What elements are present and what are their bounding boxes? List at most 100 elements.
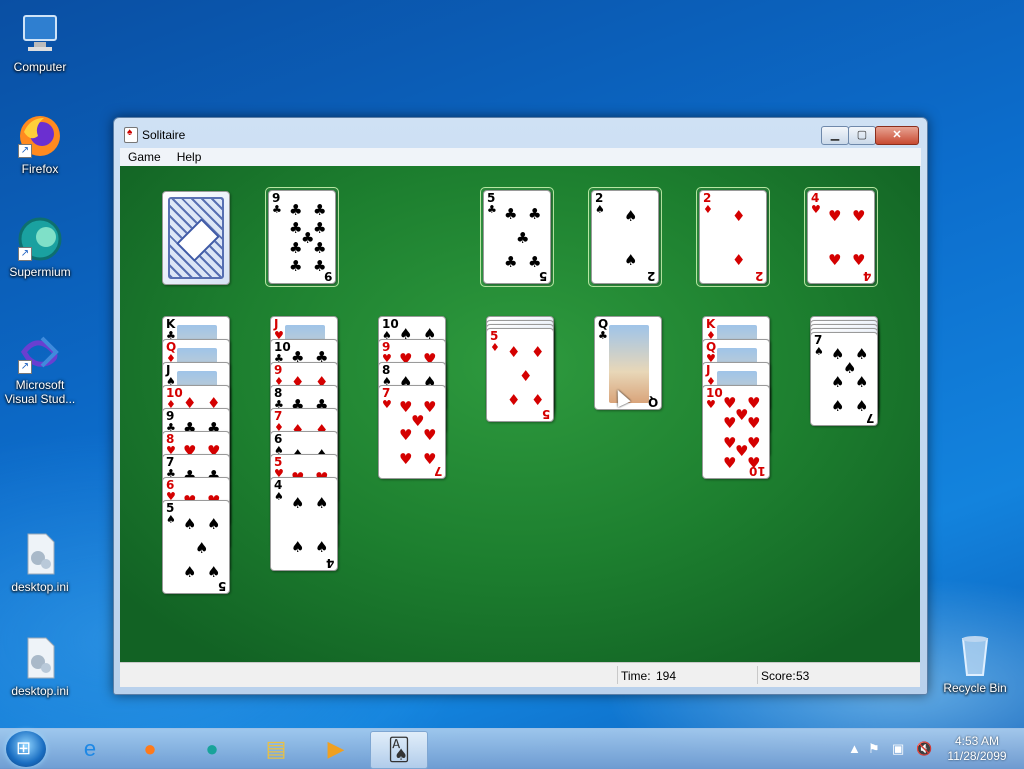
title-bar[interactable]: Solitaire ▁ ▢ ✕ [114,118,927,148]
card-rank-bottom: 7 [865,411,874,425]
card-rank-bottom: 10 [749,464,766,478]
desktop-icon-desktop-ini[interactable]: desktop.ini [2,634,78,698]
card-pip: ♦ [507,391,521,409]
desktop-icon-desktop-ini[interactable]: desktop.ini [2,530,78,594]
waste-card[interactable]: 9 ♣ ♣ ♣ ♣ ♣ ♣ ♣ ♣ ♣ ♣ 9 [268,190,336,284]
card-pip: ♣ [504,253,518,271]
status-separator [617,666,618,684]
card-rank-bottom: 4 [862,269,871,283]
desktop-icon-computer[interactable]: Computer [2,10,78,74]
media-player-icon: ▶ [327,736,345,761]
foundation-card[interactable]: 2 ♦ ♦ ♦ 2 [699,190,767,284]
card-pip: ♣ [516,229,530,247]
card-pip: ♦ [519,367,533,385]
card-pip: ♥ [828,207,842,225]
tableau-card[interactable]: 7 ♠ ♠ ♠ ♠ ♠ ♠ ♠ ♠ 7 [810,332,878,426]
supermium-icon: ↗ [16,215,64,263]
close-button[interactable]: ✕ [875,126,919,145]
card-rank-bottom: 4 [325,556,334,570]
card-pip: ♣ [289,239,303,257]
card-suit: ♠ [595,203,605,216]
desktop-icon-label: Computer [13,60,67,74]
card-rank-bottom: 2 [646,269,655,283]
foundation-card[interactable]: 5 ♣ ♣ ♣ ♣ ♣ ♣ 5 [483,190,551,284]
score-value: 53 [796,669,810,683]
supermium-icon: ● [205,736,219,761]
show-hidden-icons-icon[interactable]: ▲ [848,741,861,756]
card-pip: ♥ [399,426,413,444]
card-pip: ♠ [855,373,869,391]
desktop-icon-firefox[interactable]: ↗ Firefox [2,112,78,176]
card-pip: ♣ [528,253,542,271]
card-pip: ♠ [315,538,329,556]
tableau-card[interactable]: 7 ♥ ♥ ♥ ♥ ♥ ♥ ♥ ♥ 7 [378,385,446,479]
card-pip: ♠ [291,538,305,556]
foundation-card[interactable]: 4 ♥ ♥ ♥ ♥ ♥ 4 [807,190,875,284]
shortcut-arrow-icon: ↗ [18,144,32,158]
desktop-icon-recycle-bin[interactable]: Recycle Bin [937,631,1013,695]
stock-pile[interactable] [162,191,230,285]
card-suit: ♣ [487,203,497,216]
card-pip: ♠ [195,539,209,557]
card-suit: ♥ [706,398,716,411]
action-center-flag-icon[interactable]: ⚑ [868,741,880,757]
network-icon[interactable]: ▣ [892,741,904,757]
taskbar-firefox-button[interactable]: ● [122,731,178,767]
volume-muted-icon[interactable]: 🔇 [916,741,932,757]
menu-bar: Game Help [120,148,921,167]
file-explorer-icon: ▤ [265,736,287,761]
card-pip: ♦ [507,343,521,361]
taskbar-media-player-button[interactable]: ▶ [308,731,364,767]
desktop-icon-visual-studio[interactable]: ↗ Microsoft Visual Stud... [2,328,78,406]
card-pip: ♦ [732,207,746,225]
card-rank-bottom: 5 [538,269,547,283]
card-rank-bottom: 5 [541,407,550,421]
status-bar: Time: 194 Score: 53 [120,662,920,687]
card-pip: ♠ [624,207,638,225]
score-label: Score: [761,669,796,683]
game-board[interactable]: 9♣♣♣♣♣♣♣♣♣♣95♣♣♣♣♣♣52♠♠♠22♦♦♦24♥♥♥♥♥4K♣K… [120,166,920,662]
menu-help[interactable]: Help [169,148,210,166]
card-suit: ♦ [490,341,500,354]
desktop-icon-label: desktop.ini [11,580,69,594]
desktop-icon-supermium[interactable]: ↗ Supermium [2,215,78,279]
taskbar-internet-explorer-button[interactable]: e [62,731,118,767]
tableau-card[interactable]: 4 ♠ ♠ ♠ ♠ ♠ 4 [270,477,338,571]
taskbar-supermium-button[interactable]: ● [184,731,240,767]
status-separator [757,666,758,684]
card-rank-bottom: 9 [323,269,332,283]
clock[interactable]: 4:53 AM 11/28/2099 [940,734,1014,764]
minimize-button[interactable]: ▁ [821,126,849,145]
shortcut-arrow-icon: ↗ [18,247,32,261]
computer-icon [16,10,64,58]
solitaire-app-icon [124,127,138,143]
card-pip: ♦ [531,343,545,361]
time-label: Time: [621,669,651,683]
solitaire-icon: 🂡 [387,737,411,762]
windows-logo-icon: ⊞ [16,738,32,758]
card-suit: ♣ [272,203,282,216]
desktop-icon-label: desktop.ini [11,684,69,698]
card-pip: ♠ [831,373,845,391]
card-rank-bottom: Q [647,395,658,409]
card-pip: ♥ [747,394,761,412]
card-pip: ♥ [828,251,842,269]
card-pip: ♠ [855,345,869,363]
card-suit: ♥ [811,203,821,216]
menu-game[interactable]: Game [120,148,169,166]
card-rank-bottom: 2 [754,269,763,283]
card-pip: ♦ [531,391,545,409]
taskbar-solitaire-button[interactable]: 🂡 [370,731,428,769]
taskbar-file-explorer-button[interactable]: ▤ [248,731,304,767]
foundation-card[interactable]: 2 ♠ ♠ ♠ 2 [591,190,659,284]
maximize-button[interactable]: ▢ [848,126,876,145]
card-pip: ♠ [291,494,305,512]
tableau-card[interactable]: 5 ♦ ♦ ♦ ♦ ♦ ♦ 5 [486,328,554,422]
tableau-card[interactable]: 10 ♥ ♥ ♥ ♥ ♥ ♥ ♥ ♥ ♥ ♥ ♥ 10 [702,385,770,479]
card-pip: ♠ [183,515,197,533]
desktop-icon-label: Recycle Bin [943,681,1007,695]
shortcut-arrow-icon: ↗ [18,360,32,374]
tableau-card[interactable]: 5 ♠ ♠ ♠ ♠ ♠ ♠ 5 [162,500,230,594]
clock-time: 4:53 AM [954,734,1000,748]
start-button[interactable]: ⊞ [6,731,46,767]
